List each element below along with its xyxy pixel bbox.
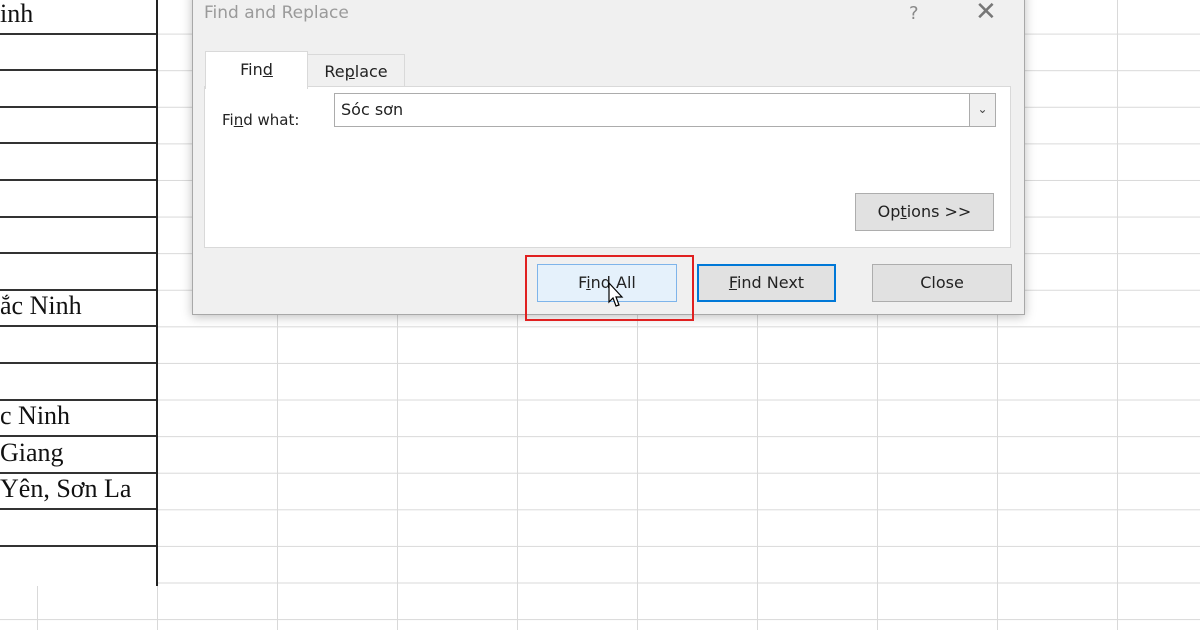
label-part: d what: bbox=[243, 111, 300, 129]
cell-a[interactable] bbox=[0, 180, 156, 218]
find-panel: Find what: Sóc sơn ⌄ Options >> bbox=[204, 86, 1011, 248]
cell-a[interactable] bbox=[0, 216, 156, 255]
find-next-button[interactable]: Find Next bbox=[697, 264, 836, 302]
cell-a[interactable] bbox=[0, 253, 156, 291]
tab-label-accel: p bbox=[344, 62, 355, 81]
cell-text: inh bbox=[0, 0, 34, 28]
options-button[interactable]: Options >> bbox=[855, 193, 994, 231]
btn-part: ind Next bbox=[736, 273, 805, 292]
btn-accel: F bbox=[728, 273, 737, 292]
tab-replace[interactable]: Replace bbox=[307, 54, 405, 88]
find-what-input[interactable]: Sóc sơn ⌄ bbox=[334, 93, 996, 127]
label-part: Fi bbox=[222, 111, 234, 129]
cell-a[interactable] bbox=[0, 363, 156, 401]
cell-a[interactable]: inh bbox=[0, 0, 156, 35]
close-icon[interactable]: ✕ bbox=[975, 0, 997, 27]
cell-a[interactable] bbox=[0, 326, 156, 364]
cell-text: c Ninh bbox=[0, 401, 71, 431]
mouse-cursor-icon bbox=[608, 282, 624, 307]
cell-a[interactable] bbox=[0, 106, 156, 145]
cell-a[interactable]: ắc Ninh bbox=[0, 289, 156, 328]
cell-text: Giang bbox=[0, 437, 64, 467]
cell-text: Yên, Sơn La bbox=[0, 474, 132, 504]
tab-label: lace bbox=[354, 62, 388, 81]
chevron-down-icon[interactable]: ⌄ bbox=[969, 94, 995, 126]
cell-a[interactable] bbox=[0, 509, 156, 547]
help-button[interactable]: ? bbox=[909, 3, 919, 24]
label-accel: n bbox=[233, 111, 244, 129]
tab-find[interactable]: Find bbox=[205, 51, 308, 89]
cell-a[interactable] bbox=[0, 143, 156, 181]
find-what-value: Sóc sơn bbox=[341, 100, 404, 119]
cell-a[interactable]: Yên, Sơn La bbox=[0, 472, 156, 511]
cell-a[interactable]: c Ninh bbox=[0, 399, 156, 438]
cell-a[interactable] bbox=[0, 33, 156, 72]
find-what-label: Find what: bbox=[222, 111, 299, 129]
cell-a[interactable] bbox=[0, 70, 156, 108]
column-a: inh ắc Ninh c Ninh Giang Yên, Sơn La bbox=[0, 0, 158, 586]
btn-part: ions >> bbox=[906, 202, 972, 221]
tab-label: Re bbox=[324, 62, 345, 81]
cell-a[interactable]: Giang bbox=[0, 436, 156, 474]
cell-text: ắc Ninh bbox=[0, 291, 82, 321]
tab-label-accel: d bbox=[262, 60, 273, 79]
close-button[interactable]: Close bbox=[872, 264, 1012, 302]
tab-label: Fin bbox=[240, 60, 263, 79]
dialog-title: Find and Replace bbox=[204, 3, 349, 23]
btn-part: Op bbox=[877, 202, 901, 221]
